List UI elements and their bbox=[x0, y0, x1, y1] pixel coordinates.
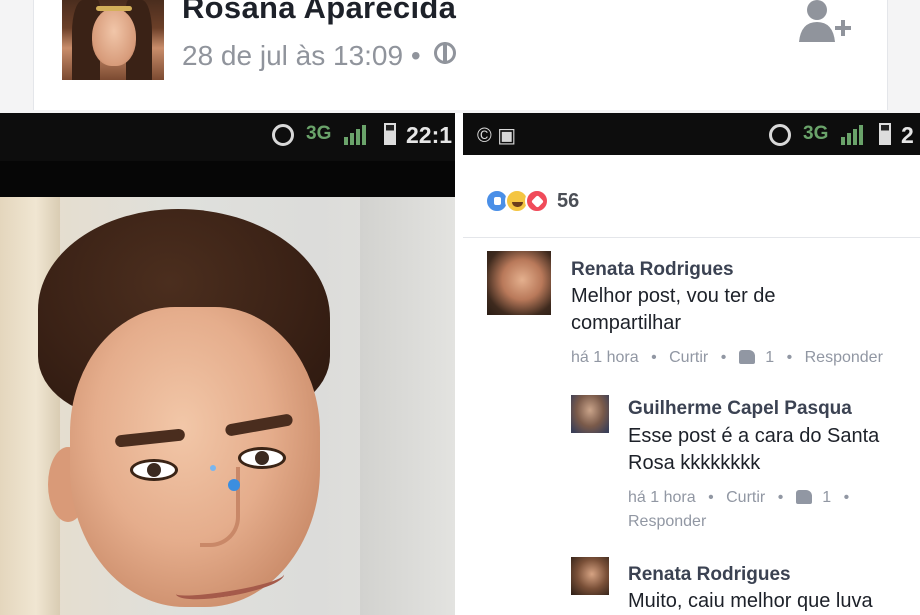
commenter-avatar[interactable] bbox=[571, 557, 609, 595]
alarm-icon bbox=[769, 124, 791, 146]
network-type: 3G bbox=[803, 123, 829, 144]
commenter-name[interactable]: Guilherme Capel Pasqua bbox=[628, 398, 852, 420]
avatar-tiara bbox=[96, 6, 132, 11]
photo-eye bbox=[238, 447, 286, 469]
thumbs-up-icon bbox=[795, 490, 812, 504]
author-name[interactable]: Rosana Aparecida bbox=[182, 0, 456, 26]
reactions-summary[interactable]: 56 bbox=[485, 187, 579, 215]
reactions-divider bbox=[463, 237, 920, 238]
background-wall bbox=[360, 197, 455, 615]
comment-text-line: Melhor post, vou ter de bbox=[571, 285, 776, 307]
signal-icon bbox=[841, 125, 863, 145]
comment-text-line: Rosa kkkkkkkk bbox=[628, 452, 761, 474]
notification-icons: © ▣ bbox=[477, 125, 517, 147]
love-reaction-icon bbox=[525, 189, 549, 213]
status-time: 2 bbox=[901, 122, 914, 148]
reply-link[interactable]: Responder bbox=[628, 513, 706, 531]
status-time: 22:1 bbox=[406, 122, 453, 148]
battery-icon bbox=[879, 123, 891, 145]
signal-icon bbox=[344, 125, 366, 145]
like-count: 1 bbox=[765, 349, 775, 366]
globe-icon[interactable] bbox=[434, 42, 457, 64]
reaction-count: 56 bbox=[557, 189, 580, 212]
commenter-name[interactable]: Renata Rodrigues bbox=[571, 259, 734, 281]
network-type: 3G bbox=[306, 123, 332, 144]
divider bbox=[455, 113, 463, 615]
comment-text-line: compartilhar bbox=[571, 312, 682, 334]
right-screenshot: © ▣ 3G 2 56 Renata Rodrigues Melhor post… bbox=[463, 113, 920, 615]
status-bar: © ▣ 3G 2 bbox=[463, 113, 920, 155]
meta-separator: • bbox=[786, 349, 793, 366]
thumbs-up-icon bbox=[738, 350, 755, 364]
meta-separator: • bbox=[410, 40, 421, 71]
status-bar: 3G 22:1 bbox=[0, 113, 455, 161]
like-link[interactable]: Curtir bbox=[726, 489, 765, 506]
post-timestamp[interactable]: 28 de jul às 13:09 bbox=[182, 40, 403, 71]
add-friend-icon[interactable] bbox=[797, 0, 853, 46]
like-count: 1 bbox=[822, 489, 832, 506]
commenter-avatar[interactable] bbox=[487, 251, 551, 315]
touch-indicator bbox=[210, 465, 216, 471]
commenter-name[interactable]: Renata Rodrigues bbox=[628, 564, 791, 586]
photo-eye bbox=[130, 459, 178, 481]
battery-icon bbox=[384, 123, 396, 145]
post-meta: 28 de jul às 13:09 • bbox=[182, 40, 457, 72]
comment-time: há 1 hora bbox=[571, 349, 639, 366]
like-link[interactable]: Curtir bbox=[669, 349, 708, 366]
post-header: Rosana Aparecida 28 de jul às 13:09 • bbox=[0, 0, 920, 113]
commenter-avatar[interactable] bbox=[571, 395, 609, 433]
meta-separator: • bbox=[843, 489, 850, 506]
author-avatar[interactable] bbox=[62, 0, 164, 80]
meta-separator: • bbox=[651, 349, 657, 366]
app-bar bbox=[0, 161, 455, 201]
comment-meta: há 1 hora • Curtir • 1 • bbox=[628, 489, 857, 507]
selfie-photo[interactable] bbox=[0, 197, 455, 615]
comment-time: há 1 hora bbox=[628, 489, 696, 506]
touch-indicator bbox=[228, 479, 240, 491]
comment-meta: há 1 hora • Curtir • 1 • Responder bbox=[571, 349, 883, 367]
background-door bbox=[0, 197, 60, 615]
left-screenshot: 3G 22:1 bbox=[0, 113, 455, 615]
avatar-face bbox=[92, 8, 136, 66]
meta-separator: • bbox=[720, 349, 727, 366]
comment-text-line: Esse post é a cara do Santa bbox=[628, 425, 880, 447]
comment-text-line: Muito, caiu melhor que luva bbox=[628, 590, 873, 612]
alarm-icon bbox=[272, 124, 294, 146]
meta-separator: • bbox=[777, 489, 784, 506]
meta-separator: • bbox=[708, 489, 714, 506]
reply-link[interactable]: Responder bbox=[805, 349, 883, 366]
